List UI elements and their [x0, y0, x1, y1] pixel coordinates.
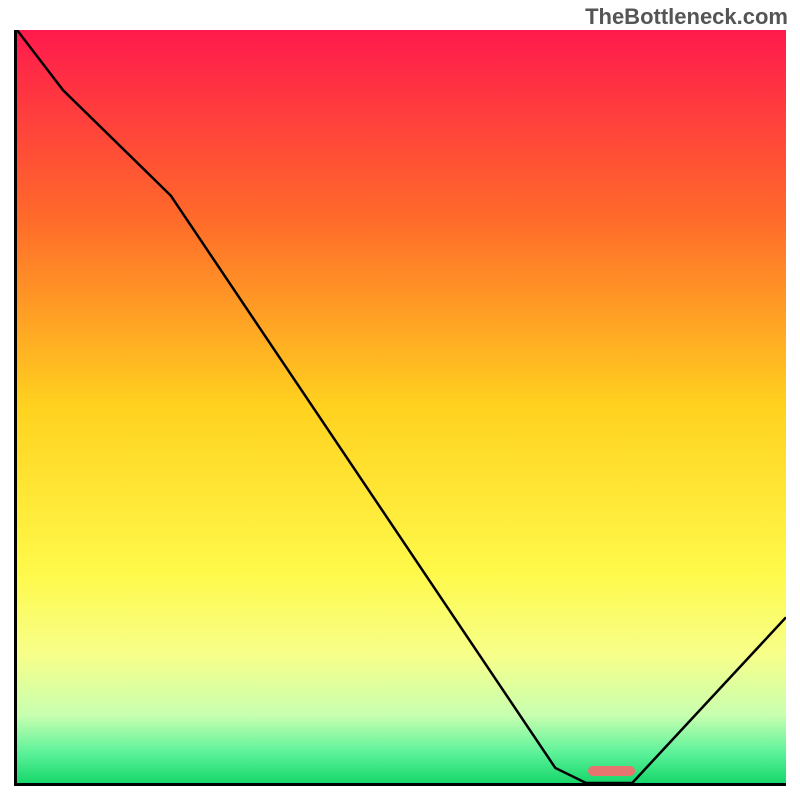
chart-plot-area [14, 30, 786, 786]
watermark-text: TheBottleneck.com [585, 4, 788, 30]
target-range-marker [588, 766, 634, 776]
gradient-background [17, 30, 786, 783]
